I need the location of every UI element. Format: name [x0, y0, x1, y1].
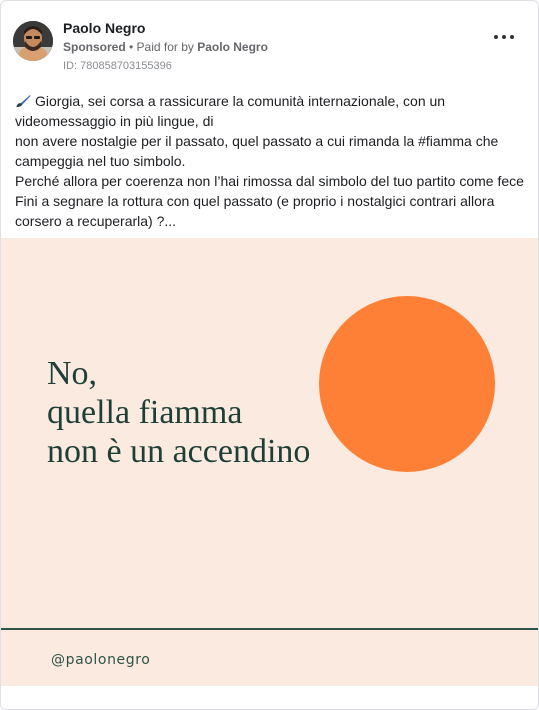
post-meta: Paolo Negro Sponsored • Paid for by Paol… — [63, 19, 268, 74]
ad-card: Paolo Negro Sponsored • Paid for by Paol… — [0, 0, 539, 710]
body-line: Fini a segnare la rottura con quel passa… — [15, 193, 495, 209]
dot — [510, 35, 514, 39]
sponsored-label: Sponsored — [63, 40, 126, 54]
headline-line: quella fiamma — [47, 394, 243, 431]
profile-photo — [13, 21, 53, 61]
dot — [502, 35, 506, 39]
body-line: non avere nostalgie per il passato, quel… — [15, 133, 499, 149]
more-dots-icon[interactable] — [494, 31, 514, 43]
paintbrush-icon — [16, 95, 31, 108]
paid-for-name: Paolo Negro — [197, 40, 268, 54]
paid-for-prefix: • Paid for by — [125, 40, 198, 54]
body-line: videomessaggio in più lingue, di — [15, 113, 214, 129]
orange-circle — [319, 296, 495, 472]
body-line[interactable]: corsero a recuperarla) ?... — [15, 211, 527, 231]
dot — [494, 35, 498, 39]
headline-line: non è un accendino — [47, 433, 311, 470]
body-line: campeggia nel tuo simbolo. — [15, 153, 186, 169]
body-line: Perché allora per coerenza non l’hai rim… — [15, 173, 524, 189]
creative-handle: @paolonegro — [51, 652, 151, 668]
body-line: Giorgia, sei corsa a rassicurare la comu… — [15, 91, 527, 111]
post-header: Paolo Negro Sponsored • Paid for by Paol… — [13, 19, 526, 74]
post-body: Giorgia, sei corsa a rassicurare la comu… — [15, 91, 527, 231]
ad-id: ID: 780858703155396 — [63, 60, 172, 72]
author-name[interactable]: Paolo Negro — [63, 19, 268, 37]
sponsored-line: Sponsored • Paid for by Paolo Negro — [63, 38, 268, 56]
avatar[interactable] — [13, 21, 53, 61]
creative-headline: No, quella fiamma non è un accendino — [47, 354, 310, 471]
headline-line: No, — [47, 355, 98, 392]
divider-line — [1, 628, 538, 630]
ad-creative-image[interactable]: No, quella fiamma non è un accendino @pa… — [1, 238, 538, 686]
